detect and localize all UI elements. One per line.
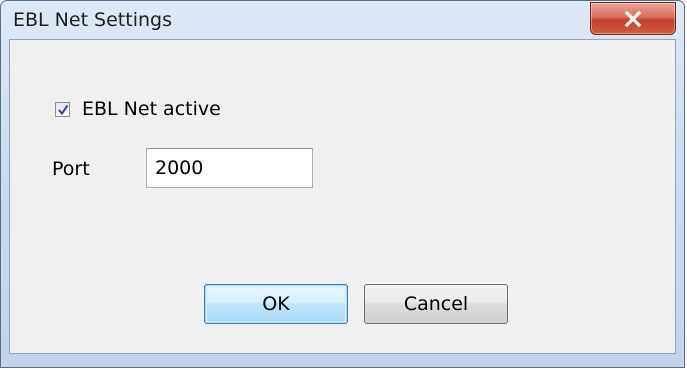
close-icon [624,10,642,27]
ebl-net-active-row[interactable]: EBL Net active [55,98,221,120]
ok-button[interactable]: OK [204,284,348,324]
dialog-window: EBL Net Settings EBL Net active Port OK … [0,0,685,368]
cancel-button[interactable]: Cancel [364,284,508,324]
close-button[interactable] [590,2,676,35]
port-input[interactable] [146,148,313,188]
window-title: EBL Net Settings [13,9,172,31]
title-bar[interactable]: EBL Net Settings [1,1,684,39]
checkmark-icon [58,104,69,115]
ebl-net-active-label: EBL Net active [82,98,221,120]
ebl-net-active-checkbox[interactable] [55,101,70,117]
port-label: Port [52,158,90,180]
dialog-client-area: EBL Net active Port OK Cancel [9,39,676,354]
